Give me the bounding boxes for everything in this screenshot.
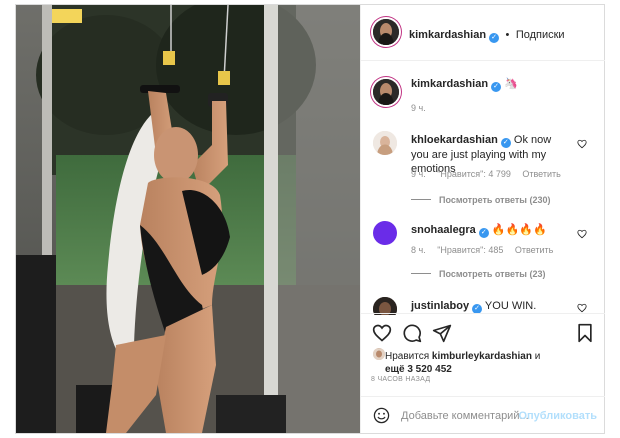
post-side-panel: kimkardashian ✓ • Подписки kimkardashian ✓… — [360, 5, 605, 433]
following-button[interactable]: Подписки — [516, 29, 565, 41]
likes-summary: Нравится kimburleykardashian и ещё 3 520… — [385, 350, 600, 376]
gym-photo-illustration — [16, 5, 360, 433]
post-card: kimkardashian ✓ • Подписки kimkardashian ✓… — [15, 4, 605, 434]
comment-avatar[interactable] — [373, 131, 397, 155]
caption-avatar[interactable] — [373, 79, 399, 105]
verified-badge-icon: ✓ — [478, 228, 489, 238]
comment-username[interactable]: snohaalegra — [411, 224, 476, 236]
caption: kimkardashian ✓ 🦄 9 ч. — [361, 61, 605, 113]
comment-likes[interactable]: "Нравится": 4 799 — [437, 169, 511, 179]
comment-avatar[interactable] — [373, 221, 397, 245]
action-bar — [361, 313, 605, 352]
comment-likes[interactable]: "Нравится": 485 — [437, 245, 503, 255]
heart-icon[interactable] — [577, 303, 587, 313]
likes-count[interactable]: ещё 3 520 452 — [385, 364, 452, 375]
comment-time: 9 ч. — [411, 169, 426, 179]
post-header: kimkardashian ✓ • Подписки — [361, 5, 605, 61]
comment-username[interactable]: khloekardashian — [411, 134, 498, 146]
caption-time: 9 ч. — [411, 103, 426, 113]
post-photo[interactable] — [16, 5, 360, 433]
publish-button[interactable]: Опубликовать — [518, 410, 597, 422]
caption-text: 🦄 — [504, 78, 518, 90]
heart-icon[interactable] — [372, 323, 392, 343]
verified-badge-icon: ✓ — [491, 82, 502, 92]
comment-item: khloekardashian ✓ Ok now you are just pla… — [361, 127, 605, 217]
reply-button[interactable]: Ответить — [515, 245, 553, 255]
comment-time: 8 ч. — [411, 245, 426, 255]
heart-icon[interactable] — [577, 229, 587, 239]
post-timestamp[interactable]: 8 ЧАСОВ НАЗАД — [371, 376, 430, 383]
caption-username[interactable]: kimkardashian — [411, 78, 488, 90]
comments-list[interactable]: kimkardashian ✓ 🦄 9 ч. khloekardashian ✓ O… — [361, 61, 605, 315]
add-comment-bar: Добавьте комментарий... Опубликовать — [361, 396, 605, 434]
bookmark-icon[interactable] — [575, 323, 595, 343]
verified-badge-icon: ✓ — [489, 33, 500, 43]
comment-item: snohaalegra ✓ 🔥🔥🔥🔥 8 ч. "Нравится": 485 О… — [361, 217, 605, 297]
author-username[interactable]: kimkardashian — [409, 29, 486, 41]
comment-input[interactable]: Добавьте комментарий... — [401, 410, 529, 422]
view-replies-button[interactable]: Посмотреть ответы (23) — [411, 269, 545, 279]
liker-username[interactable]: kimburleykardashian — [432, 351, 532, 362]
heart-icon[interactable] — [577, 139, 587, 149]
view-replies-button[interactable]: Посмотреть ответы (230) — [411, 195, 551, 205]
separator-dot: • — [505, 29, 510, 41]
likes-suffix: и — [534, 351, 541, 362]
comment-text: 🔥🔥🔥🔥 — [491, 224, 547, 236]
likes-prefix: Нравится — [385, 351, 430, 362]
share-icon[interactable] — [432, 323, 452, 343]
verified-badge-icon: ✓ — [500, 138, 511, 148]
comment-icon[interactable] — [402, 323, 422, 343]
comment-username[interactable]: justinlaboy — [411, 300, 469, 312]
liker-avatar[interactable] — [373, 348, 385, 360]
reply-button[interactable]: Ответить — [522, 169, 560, 179]
author-avatar[interactable] — [373, 19, 399, 45]
emoji-icon[interactable] — [373, 407, 390, 424]
